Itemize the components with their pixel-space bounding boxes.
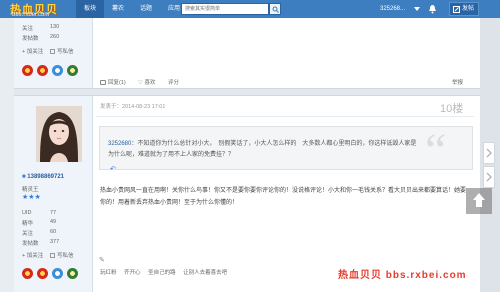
avatar[interactable] <box>36 106 82 162</box>
medal-icon[interactable] <box>52 65 63 76</box>
site-watermark: 热血贝贝 bbs.rxbei.com <box>338 270 467 281</box>
medal-icon[interactable] <box>22 65 33 76</box>
poster-rank: 精灵王 <box>22 187 39 193</box>
reply-label: 回复(1) <box>108 80 126 86</box>
tag-item[interactable]: 玩红粉 <box>100 270 117 276</box>
like-action[interactable]: ♡ 喜欢 <box>138 78 155 86</box>
quote-text: 3252680：不知道你为什么总针对小大， 别假笑话了，小大人怎么样的 大多数人… <box>108 139 418 161</box>
chevron-down-icon[interactable] <box>414 7 420 11</box>
tag-item[interactable]: 圣自己的路 <box>148 270 176 276</box>
floor-number[interactable]: 10楼 <box>440 100 463 116</box>
plus-icon: + <box>22 49 26 55</box>
user-icon: ■ <box>22 174 26 180</box>
poster-name-text: 13898869721 <box>27 174 65 180</box>
main-nav: 板块 薯农 话题 应用 <box>76 0 188 18</box>
reply-action[interactable]: 回复(1) <box>100 78 126 86</box>
stat-value: 130 <box>50 24 60 30</box>
message-label: 写私信 <box>57 253 74 259</box>
stat-value: 377 <box>50 239 60 245</box>
poster-stat-uid: UID 77 <box>22 210 56 216</box>
pencil-icon: ✎ <box>99 257 105 264</box>
stat-value: 49 <box>50 219 57 225</box>
search-icon <box>272 6 279 13</box>
edit-icon <box>453 6 460 13</box>
stat-value: 77 <box>50 210 57 216</box>
medal-icon[interactable] <box>67 65 78 76</box>
stat-label: UID <box>22 210 32 216</box>
page-right-scroll-button[interactable] <box>483 166 495 188</box>
reply-icon <box>100 80 106 85</box>
envelope-icon <box>50 49 55 54</box>
rate-label: 评分 <box>168 80 180 86</box>
search-button[interactable] <box>269 3 281 15</box>
new-post-button[interactable]: 发帖 <box>449 2 479 16</box>
avatar-image <box>36 106 82 162</box>
post-time: 发表于：2014-08-23 17:01 <box>100 104 166 110</box>
prev-follow-link[interactable]: + 加关注 <box>22 47 43 55</box>
search-input[interactable] <box>181 3 269 15</box>
post-body: 热血小贵网风一直在用啊！关你什么鸟事！你又不是要你要你评论你的！没说格评论！小大… <box>100 188 467 206</box>
medal-icon[interactable] <box>37 268 48 279</box>
reply-arrow-icon[interactable]: ↶ <box>110 165 116 173</box>
quote-user-link[interactable]: 3252680 <box>108 141 131 147</box>
bell-icon[interactable] <box>428 4 437 14</box>
envelope-icon <box>50 253 55 258</box>
poster-stat-digest: 精华 49 <box>22 219 56 227</box>
medal-icon[interactable] <box>37 65 48 76</box>
poster-follow-link[interactable]: + 加关注 <box>22 251 43 259</box>
heart-icon: ♡ <box>138 80 143 86</box>
medal-icon[interactable] <box>22 268 33 279</box>
prev-stat-follow: 关注 130 <box>22 24 59 32</box>
chevron-right-icon <box>486 148 492 158</box>
like-label: 喜欢 <box>144 80 156 86</box>
plus-icon: + <box>22 253 26 259</box>
back-to-top-button[interactable] <box>466 188 492 214</box>
poster-message-link[interactable]: 写私信 <box>50 251 74 259</box>
poster-stat-posts: 发帖数 377 <box>22 239 59 247</box>
prev-stat-posts: 发帖数 260 <box>22 34 59 42</box>
message-label: 写私信 <box>57 49 74 55</box>
report-action[interactable]: 举报 <box>452 78 463 86</box>
stat-label: 关注 <box>22 231 34 237</box>
poster-stat-follow: 关注 60 <box>22 229 56 237</box>
follow-label: 加关注 <box>26 253 44 259</box>
quote-content: ：不知道你为什么总针对小大， 别假笑话了，小大人怎么样的 大多数人都心里明白的，… <box>108 141 417 158</box>
site-logo[interactable]: 热血贝贝 bbs.rxbei.com <box>4 1 70 18</box>
medal-icon[interactable] <box>52 268 63 279</box>
follow-label: 加关注 <box>26 49 44 55</box>
stat-value: 60 <box>50 229 57 235</box>
quote-mark-icon: “ <box>425 124 447 177</box>
medal-icon[interactable] <box>67 268 78 279</box>
poster-name[interactable]: ■ 13898869721 <box>22 174 64 180</box>
nav-item-shunong[interactable]: 薯农 <box>104 0 132 18</box>
nav-item-topics[interactable]: 话题 <box>132 0 160 18</box>
stat-label: 精华 <box>22 221 34 227</box>
tag-item[interactable]: 齐开心 <box>124 270 141 276</box>
new-post-label: 发帖 <box>462 6 475 12</box>
post-separator <box>14 88 480 96</box>
tag-item[interactable]: 让别人去着喜去吧 <box>183 270 227 276</box>
prev-message-link[interactable]: 写私信 <box>50 47 74 55</box>
stat-label: 发帖数 <box>22 241 39 247</box>
stat-value: 260 <box>50 34 60 40</box>
page-right-scroll-button[interactable] <box>483 142 495 164</box>
report-label: 举报 <box>452 80 464 86</box>
divider <box>96 116 474 117</box>
post-tags: 玩红粉 齐开心 圣自己的路 让别人去着喜去吧 <box>100 268 233 276</box>
stat-label: 关注 <box>22 26 34 32</box>
quote-block: “ 3252680：不知道你为什么总针对小大， 别假笑话了，小大人怎么样的 大多… <box>99 126 473 175</box>
nav-item-boards[interactable]: 板块 <box>76 0 105 18</box>
rank-stars: ★★★ <box>22 194 41 201</box>
chevron-right-icon <box>486 172 492 182</box>
user-name[interactable]: 325268... <box>380 0 405 18</box>
stat-label: 发帖数 <box>22 36 39 42</box>
rate-action[interactable]: 评分 <box>168 78 179 86</box>
top-nav-bar: 热血贝贝 bbs.rxbei.com 板块 薯农 话题 应用 325268...… <box>0 0 500 18</box>
